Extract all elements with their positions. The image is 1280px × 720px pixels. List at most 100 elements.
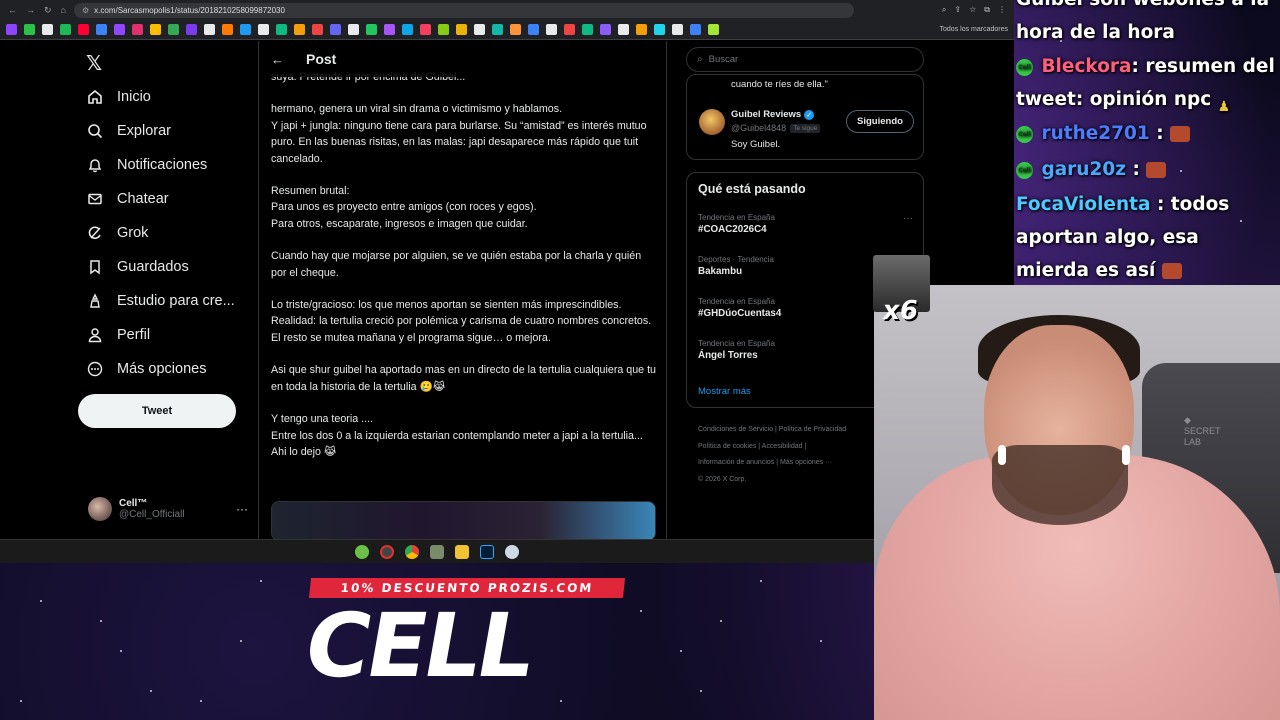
bookmark-icon[interactable] bbox=[294, 24, 305, 35]
back-arrow-icon[interactable]: ← bbox=[8, 5, 17, 16]
bookmark-icon[interactable] bbox=[618, 24, 629, 35]
account-name[interactable]: Guibel Reviews ✓ bbox=[731, 109, 815, 120]
footer-line[interactable]: Política de cookies | Accesibilidad | bbox=[698, 439, 878, 456]
footer-line[interactable]: Información de anuncios | Más opciones ·… bbox=[698, 455, 878, 472]
bookmark-icon[interactable] bbox=[186, 24, 197, 35]
folder-icon[interactable] bbox=[455, 544, 469, 559]
nav-item-mas-opciones[interactable]: Más opciones bbox=[86, 360, 206, 377]
bookmark-icon[interactable] bbox=[384, 24, 395, 35]
bookmark-icon[interactable] bbox=[438, 24, 449, 35]
bookmark-icon[interactable] bbox=[402, 24, 413, 35]
sub-badge-icon: Cell bbox=[1016, 161, 1033, 179]
app-icon[interactable] bbox=[355, 544, 369, 559]
x-app: 𝕏 Inicio Explorar Notificaciones Chatear… bbox=[0, 41, 1014, 539]
share-icon[interactable]: ⇪ bbox=[954, 5, 961, 15]
nav-item-guardados[interactable]: Guardados bbox=[86, 258, 189, 275]
search-input[interactable] bbox=[708, 54, 909, 65]
chat-message: Cell ruthe2701 : bbox=[1016, 117, 1276, 150]
bookmark-icon[interactable] bbox=[312, 24, 323, 35]
trend-item[interactable]: Tendencia en España #COAC2026C4 ··· bbox=[698, 213, 913, 235]
bookmark-icon[interactable] bbox=[510, 24, 521, 35]
post-text: suya. Pretende ir por encima de Guibel..… bbox=[271, 69, 657, 476]
bookmark-icon[interactable] bbox=[114, 24, 125, 35]
bookmark-icon[interactable] bbox=[258, 24, 269, 35]
star bbox=[20, 700, 22, 702]
quoted-text: cuando te ríes de ella." bbox=[731, 79, 828, 90]
tweet-button[interactable]: Tweet bbox=[78, 394, 236, 428]
star-icon[interactable]: ☆ bbox=[969, 5, 976, 15]
puzzle-icon[interactable]: ⧉ bbox=[984, 5, 990, 15]
avatar[interactable] bbox=[699, 109, 725, 135]
reload-icon[interactable]: ↻ bbox=[44, 5, 52, 16]
bookmark-icon[interactable] bbox=[528, 24, 539, 35]
app-icon[interactable] bbox=[380, 544, 394, 559]
photoshop-icon[interactable] bbox=[480, 544, 494, 559]
url-field[interactable]: ⚙ x.com/Sarcasmopolis1/status/2018210258… bbox=[73, 2, 854, 18]
bookmark-icon[interactable] bbox=[672, 24, 683, 35]
nav-item-grok[interactable]: Grok bbox=[86, 224, 148, 241]
x-logo-icon[interactable]: 𝕏 bbox=[86, 51, 102, 76]
star bbox=[680, 650, 682, 652]
search-box[interactable]: ⌕ bbox=[686, 47, 924, 72]
nav-item-notificaciones[interactable]: Notificaciones bbox=[86, 156, 207, 173]
bookmark-icon bbox=[86, 258, 103, 275]
bookmark-icon[interactable] bbox=[96, 24, 107, 35]
bookmark-icon[interactable] bbox=[60, 24, 71, 35]
more-dots-icon[interactable]: ··· bbox=[236, 502, 248, 516]
forward-arrow-icon[interactable]: → bbox=[26, 5, 35, 16]
bookmark-icon[interactable] bbox=[222, 24, 233, 35]
bookmark-icon[interactable] bbox=[546, 24, 557, 35]
bookmark-icon[interactable] bbox=[78, 24, 89, 35]
post-media-image[interactable] bbox=[271, 501, 656, 539]
chat-username: FocaViolenta bbox=[1016, 194, 1151, 215]
bookmark-icon[interactable] bbox=[132, 24, 143, 35]
nav-item-inicio[interactable]: Inicio bbox=[86, 88, 151, 105]
account-name-text: Guibel Reviews bbox=[731, 109, 802, 120]
extension-icons: ⌕ ⇪ ☆ ⧉ ⋮ bbox=[942, 5, 1006, 15]
bookmark-icon[interactable] bbox=[636, 24, 647, 35]
all-bookmarks-link[interactable]: Todos los marcadores bbox=[940, 26, 1008, 33]
account-switcher[interactable]: Cell™ @Cell_Officiall ··· bbox=[88, 497, 248, 521]
nav-item-explorar[interactable]: Explorar bbox=[86, 122, 171, 139]
nav-label: Guardados bbox=[117, 258, 189, 275]
bookmark-icon[interactable] bbox=[330, 24, 341, 35]
bookmark-icon[interactable] bbox=[6, 24, 17, 35]
bookmarks-bar: Todos los marcadores bbox=[0, 20, 1014, 40]
bookmark-icon[interactable] bbox=[456, 24, 467, 35]
footer-line[interactable]: Condiciones de Servicio | Política de Pr… bbox=[698, 422, 878, 439]
app-icon[interactable] bbox=[505, 544, 519, 559]
nav-item-chatear[interactable]: Chatear bbox=[86, 190, 169, 207]
bookmark-icon[interactable] bbox=[582, 24, 593, 35]
bookmark-icon[interactable] bbox=[600, 24, 611, 35]
site-info-icon[interactable]: ⚙ bbox=[82, 6, 89, 15]
bookmark-icon[interactable] bbox=[348, 24, 359, 35]
bookmark-icon[interactable] bbox=[168, 24, 179, 35]
home-icon[interactable]: ⌂ bbox=[61, 5, 66, 16]
star bbox=[700, 690, 702, 692]
earbud-icon bbox=[998, 445, 1006, 465]
bookmark-icon[interactable] bbox=[492, 24, 503, 35]
bookmark-icon[interactable] bbox=[420, 24, 431, 35]
zoom-icon[interactable]: ⌕ bbox=[942, 5, 946, 15]
nav-item-perfil[interactable]: Perfil bbox=[86, 326, 150, 343]
show-more-link[interactable]: Mostrar más bbox=[698, 386, 751, 397]
app-icon[interactable] bbox=[430, 544, 444, 559]
bookmark-icon[interactable] bbox=[24, 24, 35, 35]
following-button[interactable]: Siguiendo bbox=[846, 110, 914, 133]
bookmark-icon[interactable] bbox=[654, 24, 665, 35]
back-arrow-icon[interactable]: ← bbox=[271, 52, 284, 67]
bookmark-icon[interactable] bbox=[366, 24, 377, 35]
bookmark-icon[interactable] bbox=[204, 24, 215, 35]
nav-item-estudio[interactable]: Estudio para cre... bbox=[86, 292, 235, 309]
bookmark-icon[interactable] bbox=[276, 24, 287, 35]
bookmark-icon[interactable] bbox=[240, 24, 251, 35]
more-dots-icon[interactable]: ··· bbox=[903, 213, 913, 224]
menu-icon[interactable]: ⋮ bbox=[998, 5, 1006, 15]
bookmark-icon[interactable] bbox=[708, 24, 719, 35]
bookmark-icon[interactable] bbox=[564, 24, 575, 35]
bookmark-icon[interactable] bbox=[690, 24, 701, 35]
bookmark-icon[interactable] bbox=[150, 24, 161, 35]
chrome-icon[interactable] bbox=[405, 544, 419, 559]
bookmark-icon[interactable] bbox=[42, 24, 53, 35]
bookmark-icon[interactable] bbox=[474, 24, 485, 35]
